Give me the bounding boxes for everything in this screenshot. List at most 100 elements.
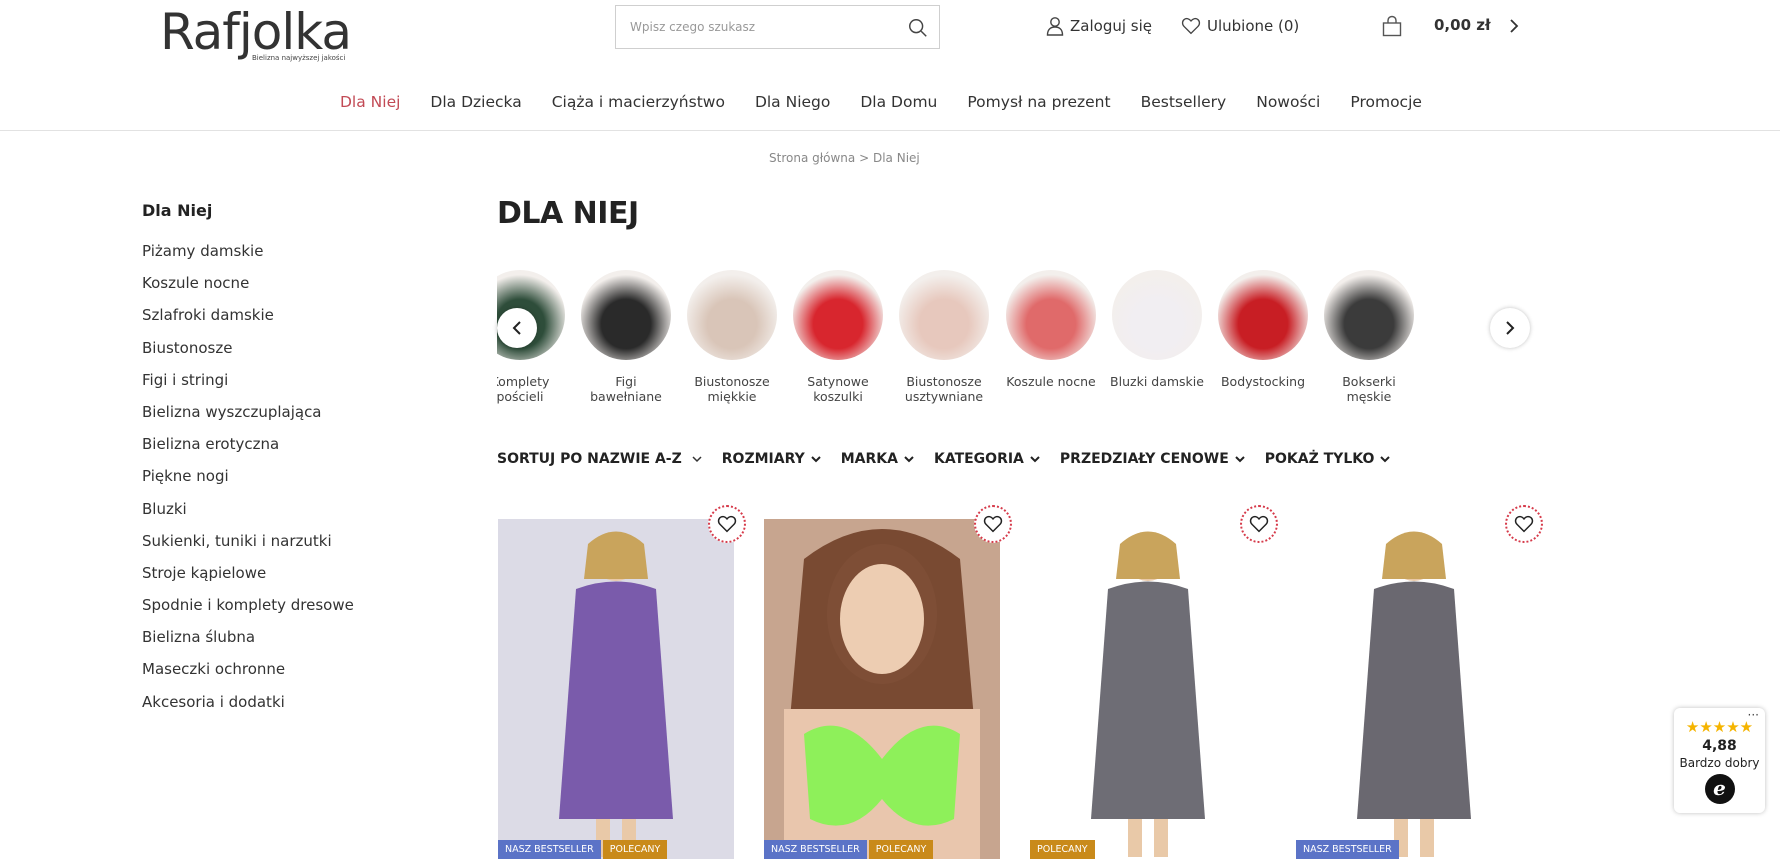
sidebar-item[interactable]: Piękne nogi <box>142 465 354 497</box>
category-label-line: Biustonosze <box>906 374 982 389</box>
sidebar-title[interactable]: Dla Niej <box>142 201 212 220</box>
product-card[interactable]: POLECANY <box>1030 519 1266 859</box>
category-label-line: męskie <box>1346 389 1392 404</box>
chevron-down-icon <box>904 456 914 463</box>
price-range-filter[interactable]: PRZEDZIAŁY CENOWE <box>1060 451 1245 467</box>
product-badge: POLECANY <box>602 840 668 859</box>
sidebar-item[interactable]: Szlafroki damskie <box>142 304 354 336</box>
sidebar-item[interactable]: Spodnie i komplety dresowe <box>142 594 354 626</box>
product-badges: NASZ BESTSELLER <box>1296 840 1401 859</box>
category-label-line: Komplety <box>497 374 550 389</box>
category-tile[interactable]: Biustonosze usztywniane <box>894 268 994 404</box>
carousel-prev-button[interactable] <box>497 308 537 348</box>
nav-item-2[interactable]: Ciąża i macierzyństwo <box>552 93 725 111</box>
category-label-line: Koszule nocne <box>1006 374 1096 389</box>
category-label: Satynowe koszulki <box>788 374 888 404</box>
sidebar-item[interactable]: Piżamy damskie <box>142 240 354 272</box>
sort-dropdown[interactable]: SORTUJ PO NAZWIE A-Z <box>497 451 702 467</box>
nav-item-0[interactable]: Dla Niej <box>340 93 400 111</box>
trusted-shops-logo: e <box>1704 774 1735 804</box>
product-image[interactable] <box>764 519 1000 859</box>
chevron-right-icon <box>1506 321 1515 335</box>
sidebar-category-list: Piżamy damskie Koszule nocne Szlafroki dam… <box>142 240 354 723</box>
sidebar-item[interactable]: Figi i stringi <box>142 369 354 401</box>
sidebar-item[interactable]: Biustonosze <box>142 337 354 369</box>
chevron-right-icon[interactable] <box>1508 17 1520 35</box>
product-badge: NASZ BESTSELLER <box>498 840 601 859</box>
category-label: Biustonosze usztywniane <box>894 374 994 404</box>
product-badge: NASZ BESTSELLER <box>764 840 867 859</box>
sidebar-item[interactable]: Stroje kąpielowe <box>142 562 354 594</box>
chevron-left-icon <box>512 321 521 335</box>
category-image <box>1112 270 1202 360</box>
nav-item-4[interactable]: Dla Domu <box>860 93 937 111</box>
category-tile[interactable]: Biustonosze miękkie <box>682 268 782 404</box>
sizes-filter[interactable]: ROZMIARY <box>722 451 821 467</box>
breadcrumb-home[interactable]: Strona główna <box>769 151 855 165</box>
add-to-favorites-button[interactable] <box>1240 505 1278 543</box>
category-label-line: bawełniane <box>590 389 662 404</box>
page-title: DLA NIEJ <box>497 196 639 231</box>
sidebar-item[interactable]: Akcesoria i dodatki <box>142 691 354 723</box>
category-tile[interactable]: Bokserki męskie <box>1319 268 1419 404</box>
category-filter[interactable]: KATEGORIA <box>934 451 1040 467</box>
product-photo <box>1030 519 1266 859</box>
category-image <box>687 270 777 360</box>
sidebar-item[interactable]: Bielizna wyszczuplająca <box>142 401 354 433</box>
add-to-favorites-button[interactable] <box>708 505 746 543</box>
product-card[interactable]: NASZ BESTSELLER <box>1296 519 1532 859</box>
category-tile[interactable]: Bluzki damskie <box>1107 268 1207 389</box>
category-label: Bokserki męskie <box>1319 374 1419 404</box>
product-image[interactable] <box>1030 519 1266 859</box>
product-image[interactable] <box>498 519 734 859</box>
trusted-shops-badge[interactable]: ··· ★★★★★ 4,88 Bardzo dobry e <box>1674 708 1765 813</box>
category-label-line: Biustonosze <box>694 374 770 389</box>
breadcrumb-separator: > <box>859 151 870 165</box>
nav-item-1[interactable]: Dla Dziecka <box>430 93 521 111</box>
heart-icon <box>1249 515 1269 533</box>
rating-label: Bardzo dobry <box>1679 756 1760 770</box>
more-options-icon[interactable]: ··· <box>1748 708 1759 722</box>
category-tile[interactable]: Koszule nocne <box>1001 268 1101 389</box>
add-to-favorites-button[interactable] <box>1505 505 1543 543</box>
sidebar-item[interactable]: Sukienki, tuniki i narzutki <box>142 530 354 562</box>
search-icon[interactable] <box>907 17 929 39</box>
brand-filter[interactable]: MARKA <box>841 451 914 467</box>
brand-logo[interactable]: Rafjolka Bielizna najwyższej jakości <box>160 6 360 64</box>
category-label: Koszule nocne <box>1001 374 1101 389</box>
sidebar-item[interactable]: Koszule nocne <box>142 272 354 304</box>
sidebar-item[interactable]: Bluzki <box>142 498 354 530</box>
sidebar-item[interactable]: Bielizna ślubna <box>142 626 354 658</box>
add-to-favorites-button[interactable] <box>974 505 1012 543</box>
nav-item-5[interactable]: Pomysł na prezent <box>967 93 1110 111</box>
category-tile[interactable]: Bodystocking <box>1213 268 1313 389</box>
category-label: Kompletypościeli <box>497 374 570 404</box>
carousel-next-button[interactable] <box>1490 308 1530 348</box>
chevron-down-icon <box>692 456 702 463</box>
nav-item-7[interactable]: Nowości <box>1256 93 1320 111</box>
sidebar-item[interactable]: Bielizna erotyczna <box>142 433 354 465</box>
cart-total[interactable]: 0,00 zł <box>1434 16 1491 34</box>
nav-item-6[interactable]: Bestsellery <box>1141 93 1227 111</box>
logo-text: Rafjolka <box>160 3 352 61</box>
product-card[interactable]: NASZ BESTSELLER POLECANY <box>764 519 1000 859</box>
show-only-filter[interactable]: POKAŻ TYLKO <box>1265 451 1391 467</box>
product-image[interactable] <box>1296 519 1532 859</box>
brand-filter-label: MARKA <box>840 451 898 467</box>
category-tile[interactable]: Figi bawełniane <box>576 268 676 404</box>
category-label-line: miękkie <box>707 389 757 404</box>
sidebar-item[interactable]: Maseczki ochronne <box>142 658 354 690</box>
cart-icon[interactable] <box>1382 15 1402 37</box>
favorites-link[interactable]: Ulubione (0) <box>1181 14 1299 38</box>
category-carousel: KompletypościeliFigibawełnianeBiustonosz… <box>497 268 1532 418</box>
category-label-line: Satynowe <box>807 374 869 389</box>
product-card[interactable]: NASZ BESTSELLER POLECANY <box>498 519 734 859</box>
category-image <box>1324 270 1414 360</box>
login-link[interactable]: Zaloguj się <box>1046 14 1152 38</box>
heart-icon <box>717 515 737 533</box>
category-tile[interactable]: Satynowe koszulki <box>788 268 888 404</box>
search-input[interactable] <box>616 6 886 48</box>
nav-item-8[interactable]: Promocje <box>1350 93 1422 111</box>
filter-bar: SORTUJ PO NAZWIE A-Z ROZMIARY MARKA KATE… <box>497 451 1410 467</box>
nav-item-3[interactable]: Dla Niego <box>755 93 830 111</box>
